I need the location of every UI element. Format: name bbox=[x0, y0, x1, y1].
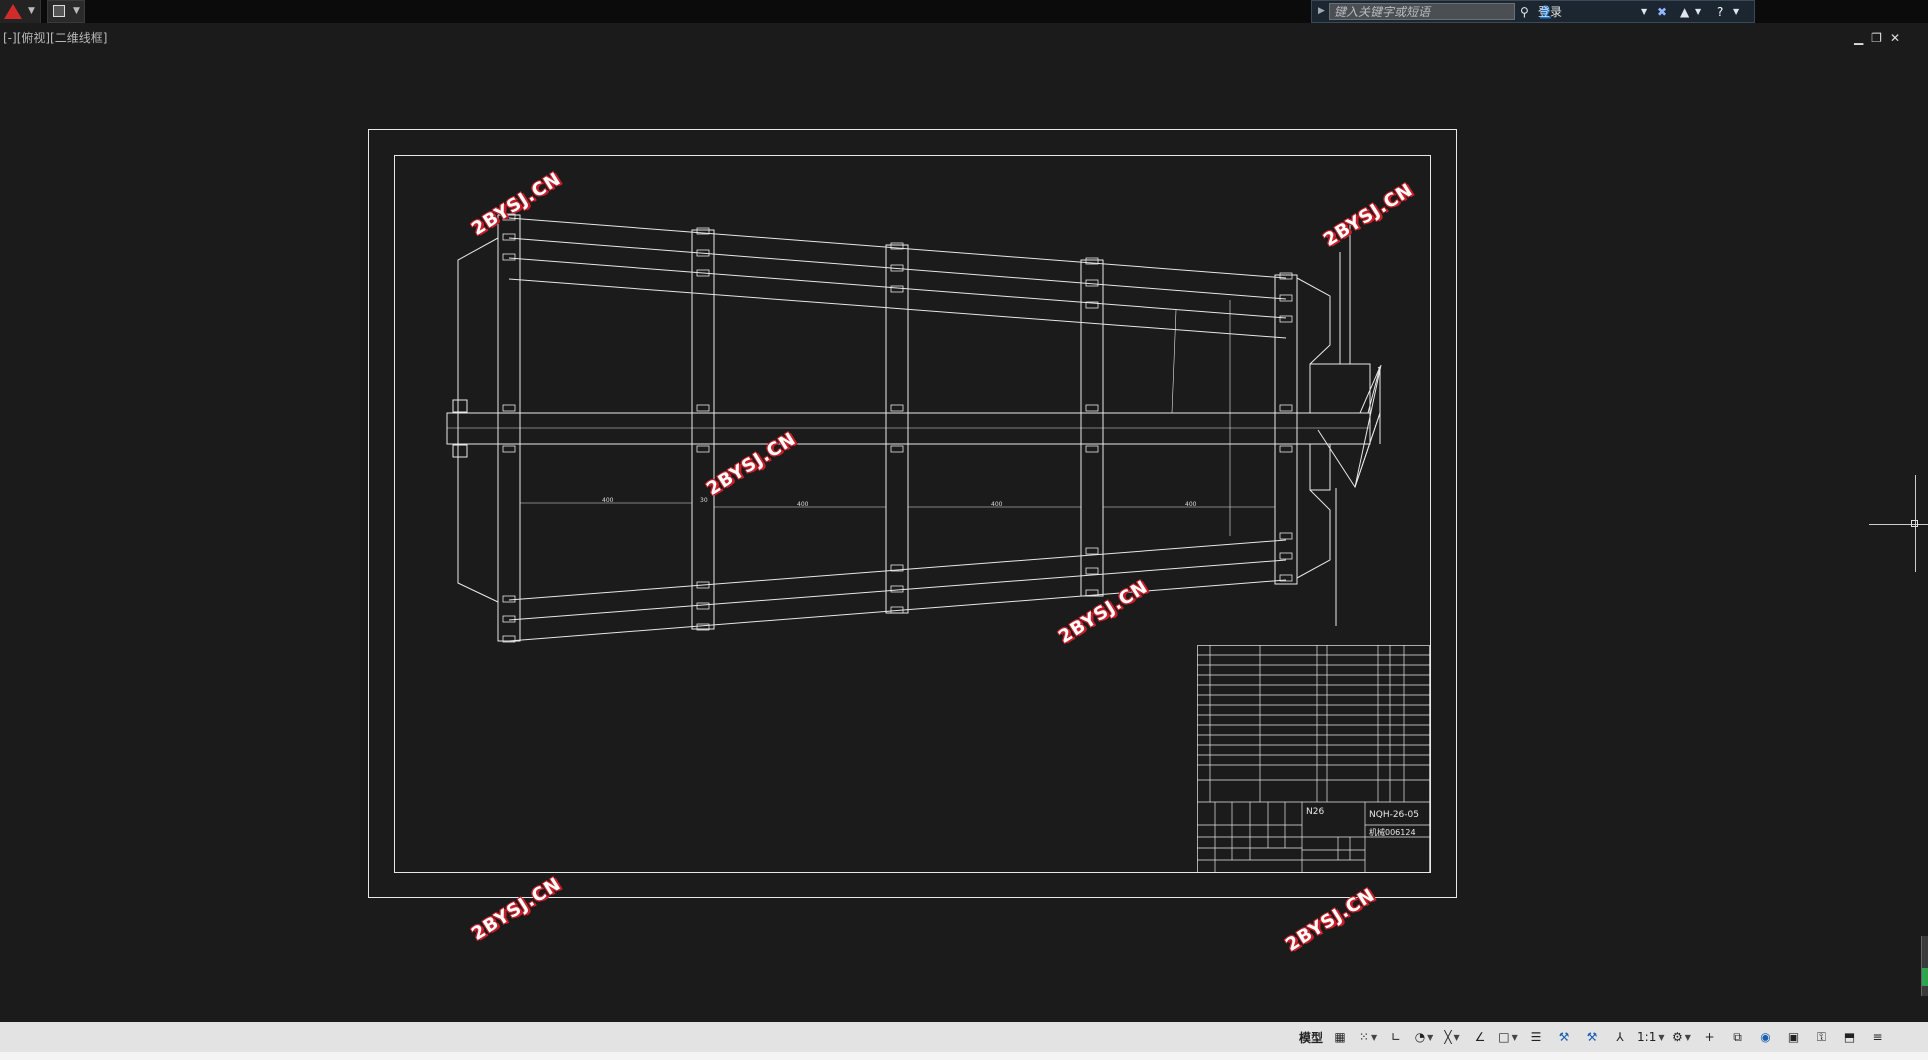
grid-icon[interactable]: ▦ bbox=[1326, 1022, 1354, 1052]
upper-beams bbox=[508, 217, 1287, 339]
lineweight-icon[interactable]: ☰ bbox=[1522, 1022, 1550, 1052]
chevron-down-icon[interactable]: ▼ bbox=[1695, 4, 1701, 20]
snap-icon[interactable]: ⁙ ▼ bbox=[1354, 1022, 1382, 1052]
quick-access-toolbar-button[interactable]: ▼ bbox=[47, 0, 85, 23]
login-link[interactable]: 登录 bbox=[1538, 3, 1562, 20]
lock-ui-icon[interactable]: ⚿ bbox=[1807, 1022, 1835, 1052]
ortho-icon[interactable]: ∟ bbox=[1382, 1022, 1410, 1052]
drawing-canvas[interactable]: 400 400 400 400 30 N26 NQH-26-05 机械00612… bbox=[0, 24, 1928, 1024]
status-bar-strip bbox=[0, 1052, 1928, 1060]
status-bar: 模型 ▦ ⁙ ▼ ∟ ◔ ▼ ╳ ▼ ∠ □ ▼ ☰ ⚒ ⚒ ⅄ 1:1 ▼ ⚙ ▼ + ⧉… bbox=[0, 1022, 1928, 1060]
auto-scale-icon[interactable]: ⚒ bbox=[1578, 1022, 1606, 1052]
binoculars-icon[interactable]: ⚲ bbox=[1520, 4, 1529, 20]
polar-icon[interactable]: ◔ ▼ bbox=[1410, 1022, 1438, 1052]
title-block bbox=[1197, 645, 1430, 873]
cursor-crosshair bbox=[1869, 524, 1928, 525]
osnap-icon[interactable]: ╳ ▼ bbox=[1438, 1022, 1466, 1052]
chevron-down-icon[interactable]: ▼ bbox=[1733, 4, 1739, 20]
hardware-accel-icon[interactable]: ◉ bbox=[1751, 1022, 1779, 1052]
clean-screen-icon[interactable]: ⬒ bbox=[1835, 1022, 1863, 1052]
customize-icon[interactable]: ≡ bbox=[1863, 1022, 1891, 1052]
dimension-text: 400 bbox=[991, 501, 1003, 508]
chevron-down-icon: ▼ bbox=[73, 6, 80, 16]
scale-label: 1:1 bbox=[1637, 1030, 1657, 1044]
help-icon[interactable]: ? bbox=[1717, 4, 1723, 20]
application-menu-button[interactable]: ▼ bbox=[0, 0, 41, 23]
organization-text: 机械006124 bbox=[1369, 827, 1416, 837]
search-input[interactable] bbox=[1329, 3, 1515, 20]
image-icon[interactable]: ▣ bbox=[1779, 1022, 1807, 1052]
cursor-pickbox bbox=[1911, 520, 1918, 527]
dimension-text: 400 bbox=[797, 501, 809, 508]
chevron-down-icon[interactable]: ▼ bbox=[1641, 4, 1647, 20]
dimension-text: 400 bbox=[602, 497, 614, 504]
right-end-assembly bbox=[1296, 222, 1382, 626]
sheet-border bbox=[368, 129, 1457, 898]
workspace-icon[interactable]: ⅄ bbox=[1606, 1022, 1634, 1052]
plus-icon[interactable]: + bbox=[1695, 1022, 1723, 1052]
drawing-number: NQH-26-05 bbox=[1369, 810, 1419, 820]
left-end-outline bbox=[457, 237, 499, 603]
chevron-down-icon: ▼ bbox=[28, 6, 35, 16]
annotation-icon[interactable]: □ ▼ bbox=[1494, 1022, 1522, 1052]
autodesk-icon[interactable]: ▲ bbox=[1680, 4, 1689, 20]
drawing-title: N26 bbox=[1306, 807, 1324, 817]
dimension-lines bbox=[520, 300, 1275, 536]
model-space-button[interactable]: 模型 bbox=[1296, 1022, 1326, 1052]
exchange-icon[interactable]: ✖ bbox=[1657, 4, 1667, 20]
title-bar: ▼ ▼ ▶ ⚲ 👤 ▼ ✖ ▲ ▼ ? ▼ 登录 bbox=[0, 0, 1928, 23]
expand-arrow-icon[interactable]: ▶ bbox=[1318, 6, 1325, 16]
lower-beams bbox=[508, 539, 1287, 642]
annotation-visibility-icon[interactable]: ⚒ bbox=[1550, 1022, 1578, 1052]
isolate-icon[interactable]: ⧉ bbox=[1723, 1022, 1751, 1052]
autocad-logo-icon bbox=[4, 4, 22, 19]
settings-icon[interactable]: ⚙ ▼ bbox=[1667, 1022, 1695, 1052]
infocenter: ▶ ⚲ 👤 ▼ ✖ ▲ ▼ ? ▼ bbox=[1311, 0, 1755, 23]
angle-icon[interactable]: ∠ bbox=[1466, 1022, 1494, 1052]
vertical-scrollbar[interactable] bbox=[1921, 936, 1928, 996]
dimension-text: 30 bbox=[700, 497, 708, 504]
annotation-scale[interactable]: 1:1 ▼ bbox=[1634, 1022, 1667, 1052]
save-icon bbox=[53, 5, 65, 17]
dimension-text: 400 bbox=[1185, 501, 1197, 508]
scroll-indicator bbox=[1922, 968, 1928, 986]
